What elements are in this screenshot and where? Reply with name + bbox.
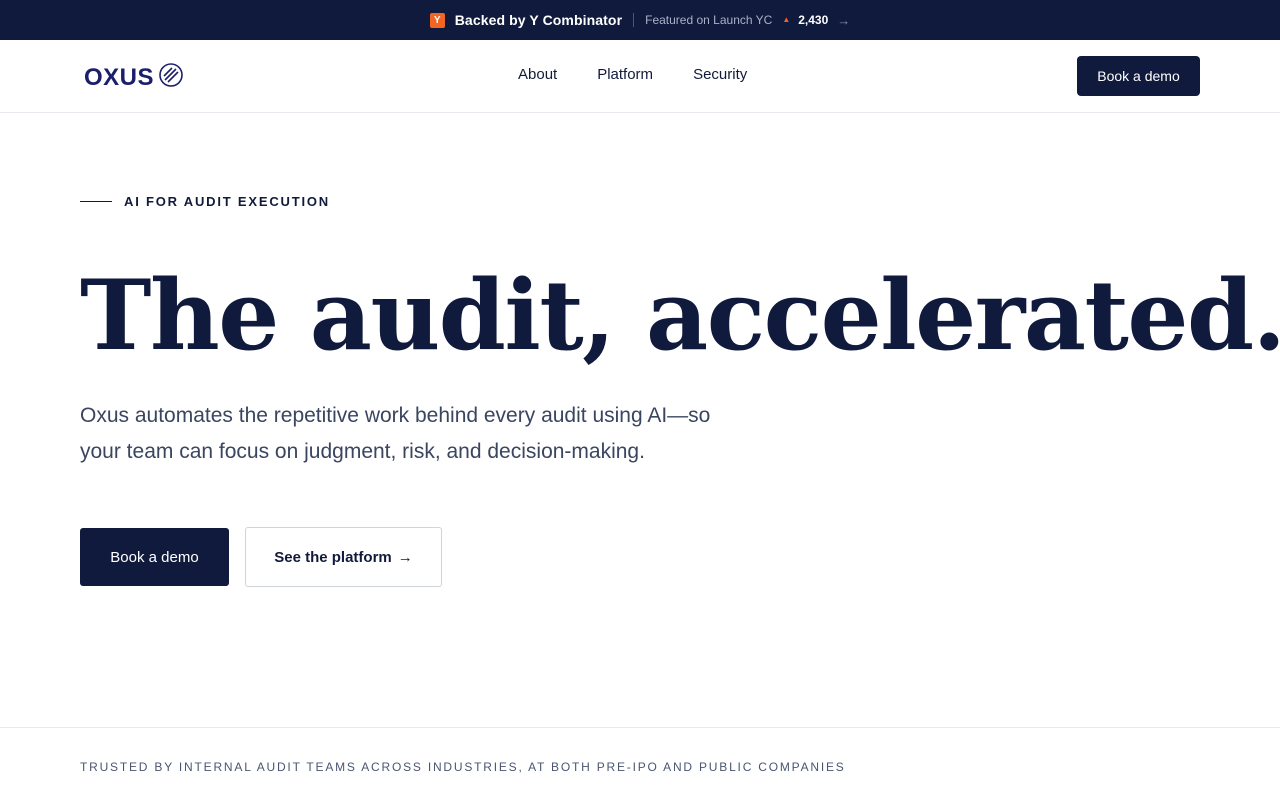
trusted-by-text: TRUSTED BY INTERNAL AUDIT TEAMS ACROSS I… [80,760,846,774]
main-navbar: OXUS About Platform Security Book a demo [0,40,1280,113]
section-divider [0,727,1280,728]
eyebrow-text: AI FOR AUDIT EXECUTION [124,194,330,209]
subhead-line-1: Oxus automates the repetitive work behin… [80,404,711,427]
nav-link-about[interactable]: About [518,66,557,83]
upvote-triangle-icon: ▲ [782,14,791,24]
bar-divider [633,13,635,27]
see-platform-button[interactable]: See the platform → [245,527,442,587]
backed-by-yc-label[interactable]: Backed by Y Combinator [455,12,622,28]
see-platform-label: See the platform [274,548,392,566]
upvote-count: 2,430 [798,13,829,27]
hero-subhead: Oxus automates the repetitive work behin… [80,398,820,470]
featured-label[interactable]: Featured on Launch YC [645,13,772,27]
subhead-line-2: your team can focus on judgment, risk, a… [80,440,645,463]
arrow-right-icon[interactable]: → [837,13,850,28]
hero-book-demo-button[interactable]: Book a demo [80,528,229,586]
y-combinator-icon: Y [429,12,445,28]
announcement-bar[interactable]: Y Backed by Y Combinator Featured on Lau… [0,0,1280,40]
nav-link-security[interactable]: Security [693,66,747,83]
striped-circle-logo-icon [158,62,184,93]
logo-text: OXUS [84,63,155,91]
nav-link-platform[interactable]: Platform [597,66,653,83]
hero-headline: The audit, accelerated. [80,259,1280,372]
logo[interactable]: OXUS [84,62,184,93]
hero-eyebrow: AI FOR AUDIT EXECUTION [80,194,330,209]
nav-book-demo-button[interactable]: Book a demo [1077,56,1200,96]
eyebrow-line [80,201,112,202]
arrow-right-icon: → [397,548,413,566]
nav-links: About Platform Security [518,66,747,83]
